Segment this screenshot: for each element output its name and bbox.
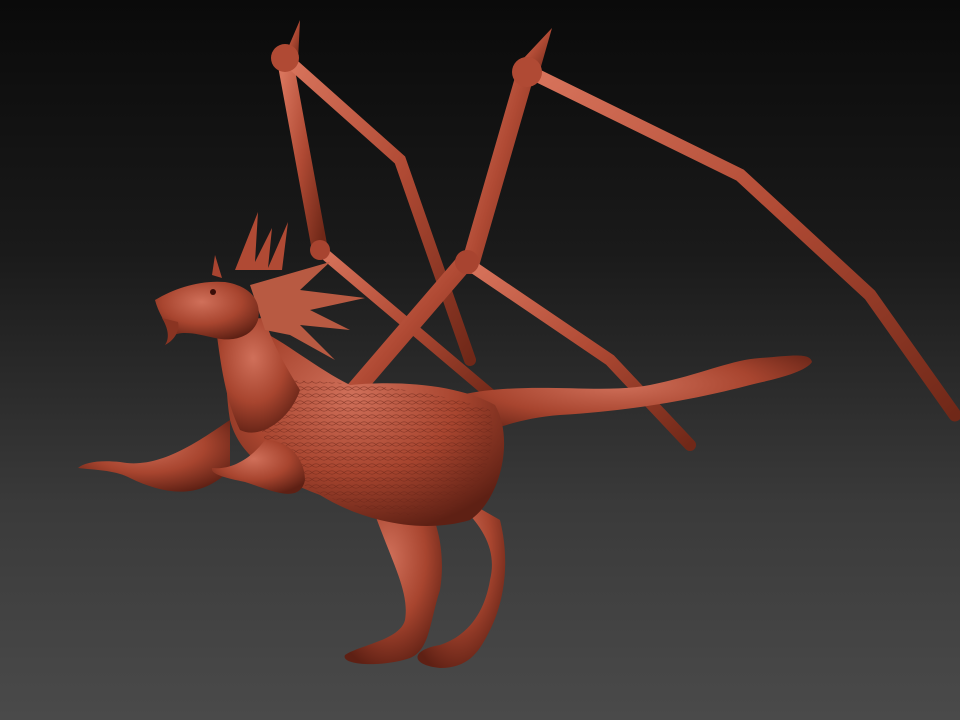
dragon-model[interactable]: [0, 0, 960, 720]
dragon-tail: [460, 355, 812, 438]
sculpt-viewport[interactable]: [0, 0, 960, 720]
wing-right: [346, 28, 960, 451]
eye: [210, 289, 216, 295]
